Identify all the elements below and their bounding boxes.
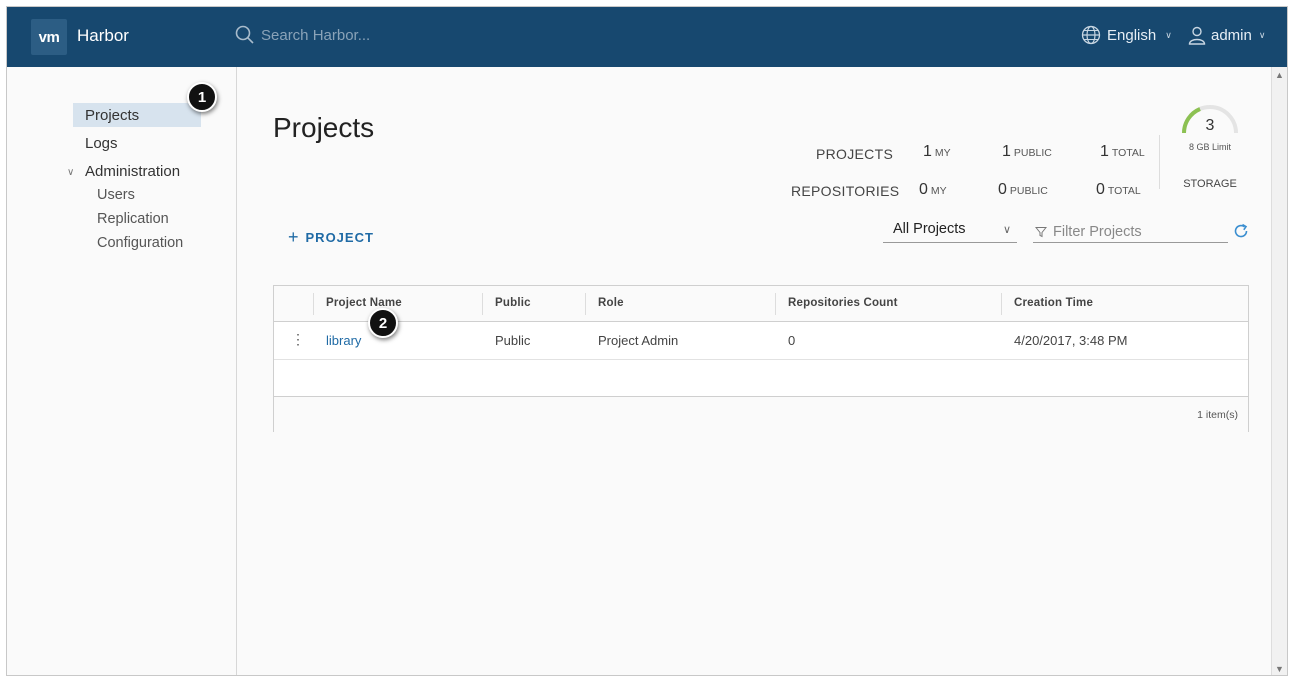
column-separator	[775, 293, 776, 315]
stat-value: 1	[923, 143, 932, 160]
language-label: English	[1107, 26, 1157, 44]
add-project-label: PROJECT	[305, 230, 374, 245]
add-project-button[interactable]: + PROJECT	[288, 227, 374, 248]
chevron-down-icon: ∨	[1165, 29, 1172, 40]
search-input[interactable]	[261, 26, 461, 44]
row-actions-icon[interactable]: ⋮	[291, 332, 305, 346]
storage-label: STORAGE	[1183, 178, 1237, 190]
stat-unit: MY	[930, 185, 947, 197]
repositories-stat-label: REPOSITORIES	[791, 183, 900, 199]
stat-value: 0	[919, 181, 928, 198]
column-header-creation-time[interactable]: Creation Time	[1014, 297, 1093, 309]
project-created-cell: 4/20/2017, 3:48 PM	[1014, 333, 1128, 348]
sidebar-item-projects[interactable]: Projects	[73, 103, 201, 127]
filter-projects-input[interactable]	[1053, 223, 1223, 240]
vmware-logo: vm	[31, 19, 67, 55]
projects-my-stat: 1 MY	[923, 143, 951, 161]
projects-total-stat: 1 TOTAL	[1100, 143, 1145, 161]
column-separator	[585, 293, 586, 315]
sidebar-item-replication[interactable]: Replication	[97, 211, 169, 227]
column-header-role[interactable]: Role	[598, 297, 624, 309]
storage-gauge-fill	[1182, 107, 1201, 134]
storage-value: 3	[1205, 117, 1215, 134]
scroll-down-icon[interactable]: ▼	[1275, 664, 1284, 674]
table-header: Project Name Public Role Repositories Co…	[274, 286, 1248, 322]
repositories-total-stat: 0 TOTAL	[1096, 181, 1141, 199]
project-public-cell: Public	[495, 333, 531, 348]
column-header-public[interactable]: Public	[495, 297, 531, 309]
sidebar-item-logs[interactable]: Logs	[85, 135, 118, 152]
user-menu[interactable]: admin ∨	[1187, 25, 1265, 45]
step-marker-1: 1	[187, 82, 217, 112]
stat-unit: TOTAL	[1107, 185, 1141, 197]
sidebar-item-configuration[interactable]: Configuration	[97, 235, 183, 251]
scrollbar[interactable]: ▲ ▼	[1271, 67, 1287, 675]
repositories-public-stat: 0 PUBLIC	[998, 181, 1048, 199]
column-header-project-name[interactable]: Project Name	[326, 297, 402, 309]
global-search[interactable]	[235, 25, 461, 45]
chevron-down-icon: ∨	[1258, 29, 1266, 40]
storage-limit: 8 GB Limit	[1188, 142, 1231, 152]
stat-unit: PUBLIC	[1013, 147, 1052, 159]
stat-value: 0	[1096, 181, 1105, 198]
projects-stat-label: PROJECTS	[816, 146, 894, 162]
page-title: Projects	[273, 112, 375, 143]
stats-divider	[1159, 135, 1160, 189]
projects-table: Project Name Public Role Repositories Co…	[273, 285, 1249, 432]
project-filter-select[interactable]: All Projects ∨	[883, 221, 1017, 243]
column-separator	[1001, 293, 1002, 315]
stat-unit: TOTAL	[1111, 147, 1145, 159]
sidebar-item-administration[interactable]: Administration	[85, 163, 180, 180]
step-marker-2: 2	[368, 308, 398, 338]
language-selector[interactable]: English ∨	[1081, 25, 1172, 45]
refresh-icon[interactable]	[1232, 222, 1250, 240]
column-header-repositories-count[interactable]: Repositories Count	[788, 297, 898, 309]
project-name-link[interactable]: library	[326, 333, 361, 348]
project-filter-value: All Projects	[893, 221, 966, 237]
project-repos-cell: 0	[788, 333, 796, 348]
main-content: Projects PROJECTS REPOSITORIES 1 MY 1 PUBL…	[238, 67, 1270, 675]
chevron-down-icon: ∨	[1002, 224, 1011, 236]
project-role-cell: Project Admin	[598, 333, 679, 348]
chevron-down-icon[interactable]: ∨	[67, 167, 74, 178]
repositories-my-stat: 0 MY	[919, 181, 947, 199]
table-row: ⋮ library Public Project Admin 0 4/20/20…	[274, 322, 1248, 360]
search-icon	[235, 25, 254, 44]
stat-unit: MY	[934, 147, 951, 159]
filter-icon	[1035, 226, 1047, 237]
sidebar-item-users[interactable]: Users	[97, 187, 135, 203]
stat-value: 0	[998, 181, 1007, 198]
top-header: vm Harbor English ∨	[7, 7, 1287, 67]
column-separator	[313, 293, 314, 315]
table-footer: 1 item(s)	[274, 396, 1248, 432]
globe-icon	[1081, 25, 1101, 45]
stat-value: 1	[1002, 143, 1011, 160]
username: admin	[1211, 26, 1252, 44]
scroll-up-icon[interactable]: ▲	[1275, 70, 1284, 80]
stat-unit: PUBLIC	[1009, 185, 1048, 197]
column-separator	[482, 293, 483, 315]
stat-value: 1	[1100, 143, 1109, 160]
user-icon	[1188, 26, 1206, 45]
item-count: 1 item(s)	[1197, 409, 1238, 421]
app-window: vm Harbor English ∨	[6, 6, 1288, 676]
plus-icon: +	[288, 227, 300, 247]
brand-title[interactable]: Harbor	[77, 26, 129, 46]
projects-public-stat: 1 PUBLIC	[1002, 143, 1052, 161]
sidebar: Projects Logs ∨ Administration Users Rep…	[7, 67, 237, 675]
filter-projects-field[interactable]	[1033, 221, 1228, 243]
